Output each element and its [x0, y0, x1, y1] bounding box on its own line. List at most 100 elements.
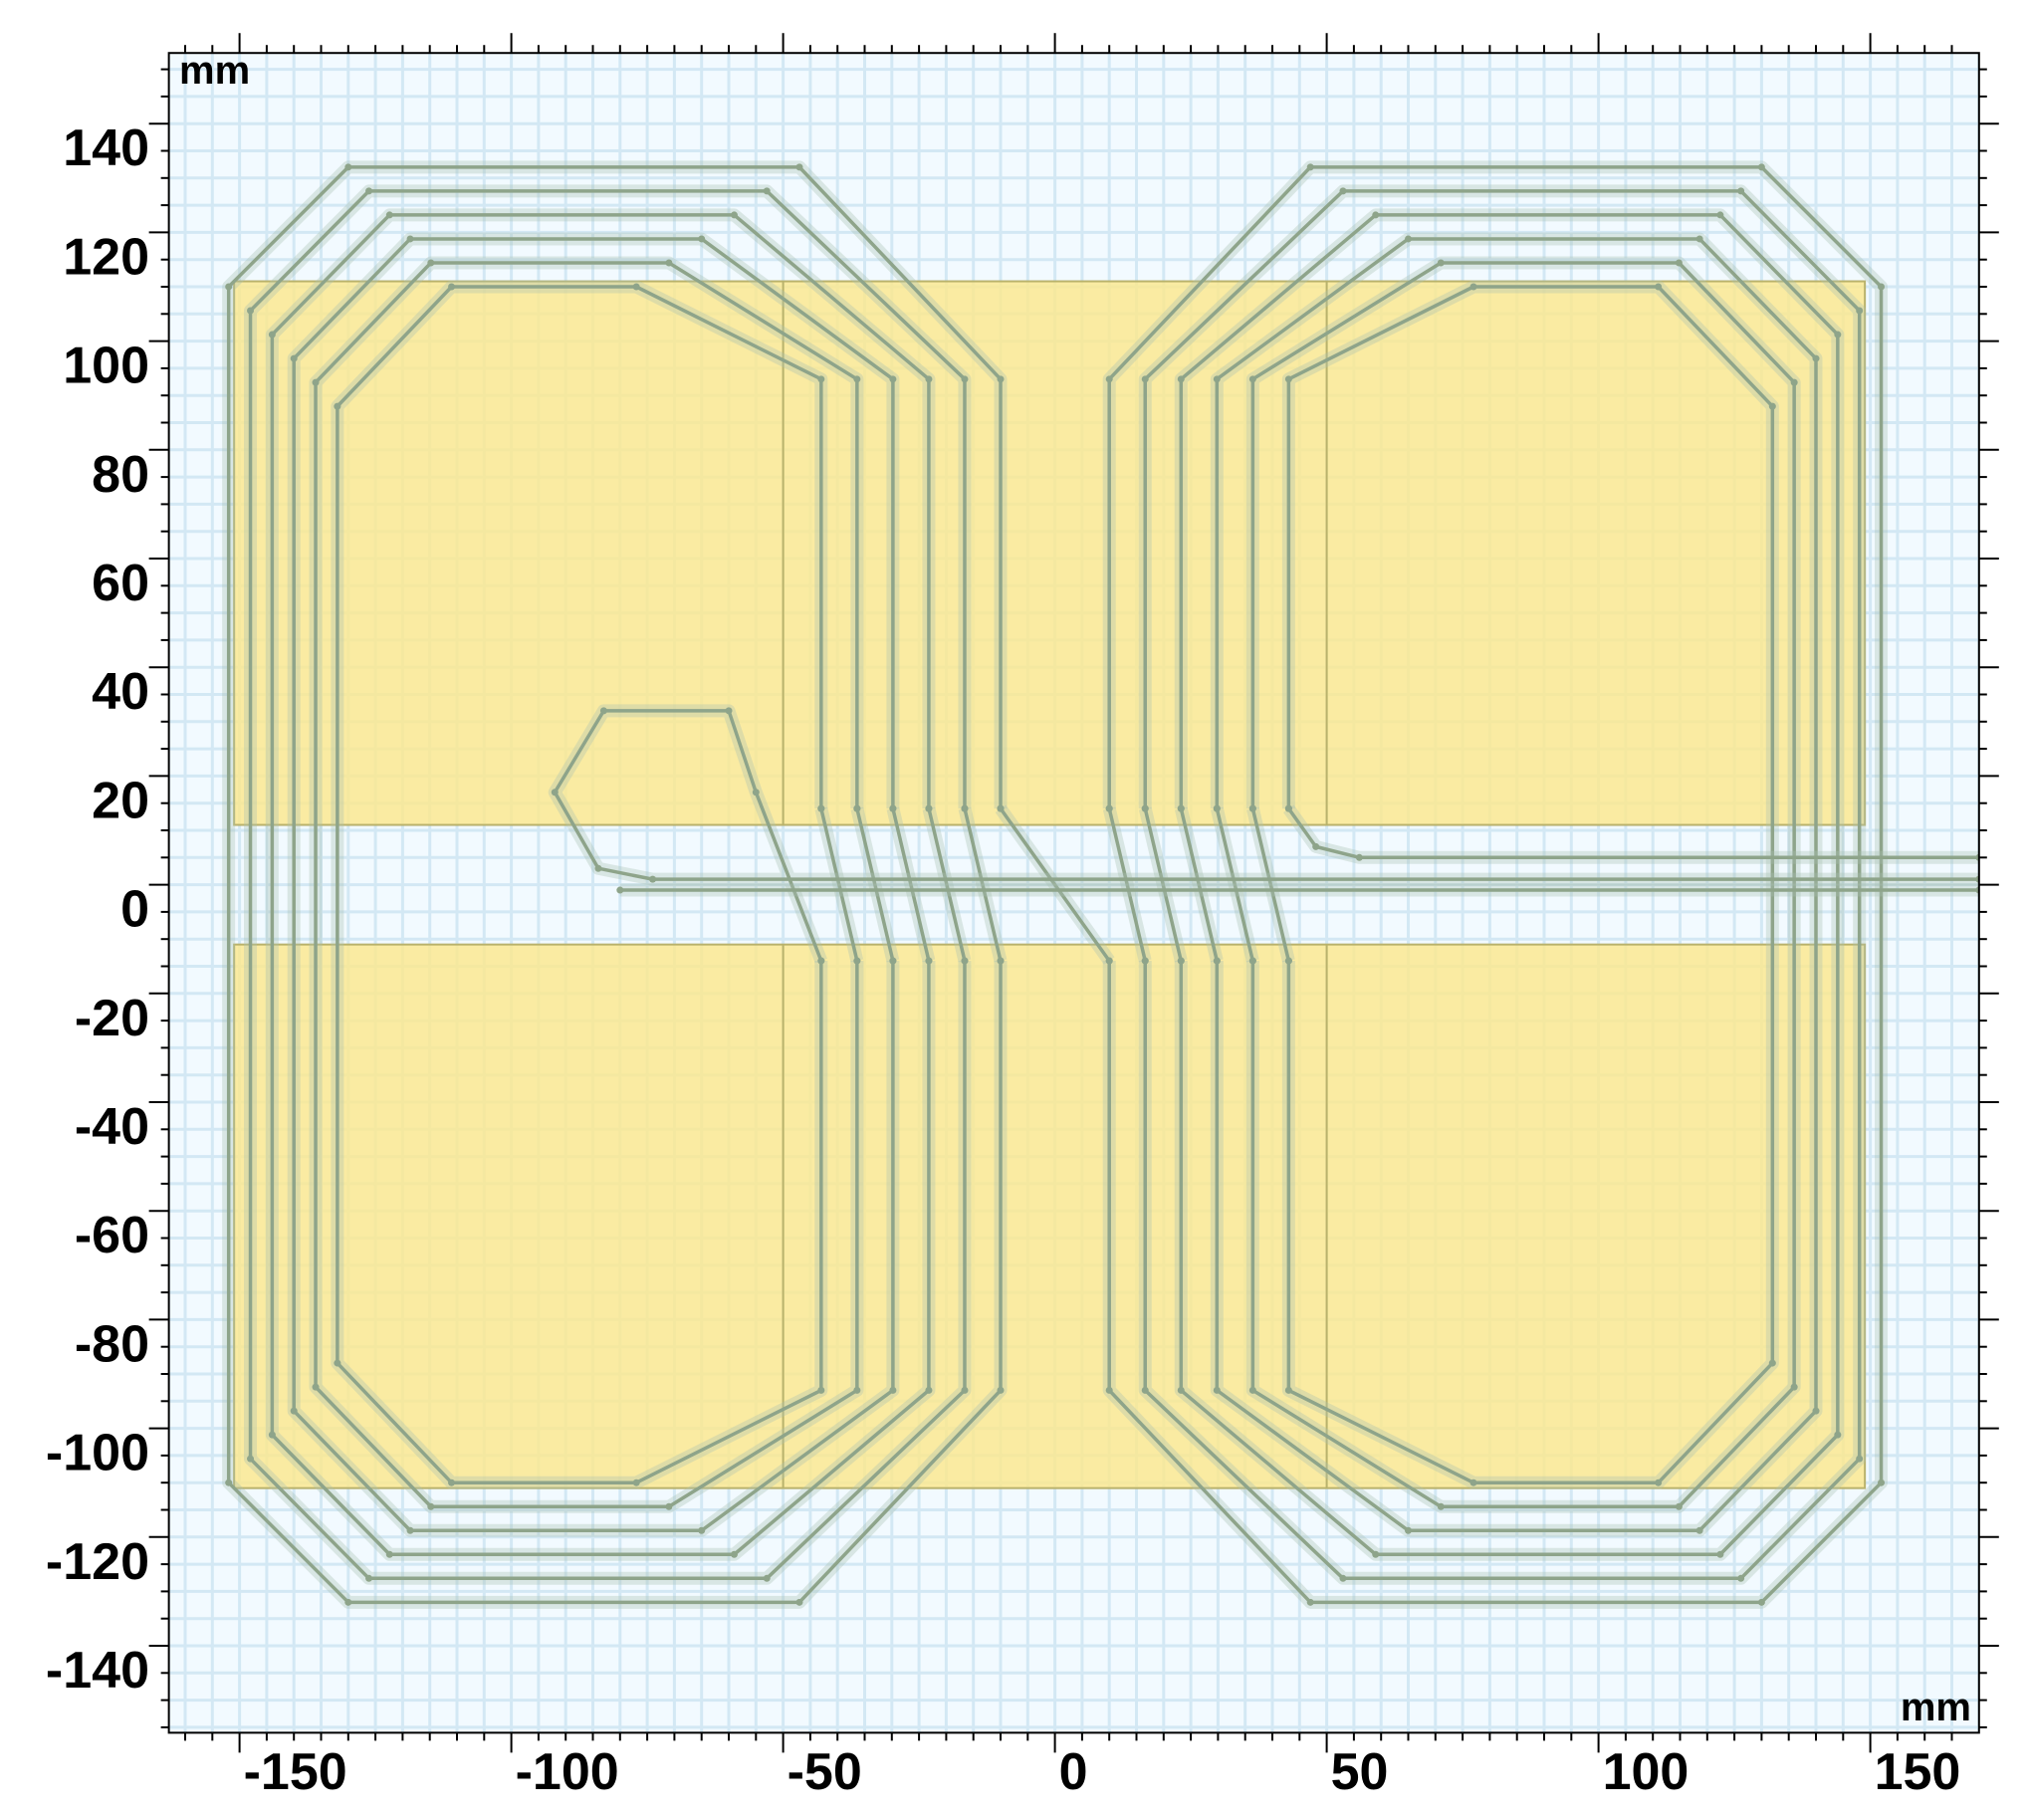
vertex-marker: [247, 307, 255, 315]
vertex-marker: [1716, 1550, 1724, 1558]
y-tick-label: 120: [63, 228, 149, 286]
vertex-marker: [365, 1574, 373, 1582]
vertex-marker: [997, 1386, 1005, 1394]
vertex-marker: [817, 1386, 825, 1394]
vertex-marker: [1105, 957, 1113, 965]
y-tick-label: 40: [92, 663, 149, 721]
vertex-marker: [1437, 259, 1445, 267]
vertex-marker: [268, 1431, 276, 1439]
vertex-marker: [448, 283, 456, 291]
vertex-marker: [427, 259, 435, 267]
vertex-marker: [344, 1598, 352, 1606]
vertex-marker: [997, 957, 1005, 965]
vertex-marker: [1757, 1598, 1765, 1606]
vertex-marker: [665, 259, 673, 267]
vertex-marker: [551, 789, 559, 796]
vertex-marker: [817, 804, 825, 812]
vertex-marker: [1177, 375, 1185, 383]
vertex-marker: [365, 187, 373, 195]
vertex-marker: [1284, 375, 1292, 383]
vertex-marker: [1284, 1386, 1292, 1394]
vertex-marker: [1469, 1479, 1477, 1486]
vertex-marker: [334, 402, 341, 410]
vertex-marker: [795, 163, 803, 171]
vertex-marker: [427, 1502, 435, 1510]
vertex-marker: [961, 375, 969, 383]
vertex-marker: [1355, 853, 1363, 861]
vertex-marker: [1312, 842, 1320, 850]
x-tick-label: 0: [1059, 1743, 1088, 1801]
vertex-marker: [247, 1455, 255, 1463]
y-tick-label: 60: [92, 555, 149, 612]
vertex-marker: [665, 1502, 673, 1510]
vertex-marker: [997, 804, 1005, 812]
vertex-marker: [1248, 375, 1256, 383]
vertex-marker: [616, 886, 624, 894]
vertex-marker: [334, 1359, 341, 1367]
vertex-marker: [817, 375, 825, 383]
vertex-marker: [448, 1479, 456, 1486]
vertex-marker: [889, 957, 897, 965]
vertex-marker: [961, 804, 969, 812]
vertex-marker: [889, 1386, 897, 1394]
vertex-marker: [1141, 957, 1149, 965]
vertex-marker: [1737, 187, 1745, 195]
vertex-marker: [1695, 235, 1703, 243]
vertex-marker: [1856, 307, 1864, 315]
vertex-marker: [1655, 1479, 1663, 1486]
vertex-marker: [1105, 375, 1113, 383]
vertex-marker: [1248, 804, 1256, 812]
y-tick-label: 80: [92, 446, 149, 504]
y-tick-label: 0: [120, 881, 149, 939]
vertex-marker: [1105, 804, 1113, 812]
y-unit-label: mm: [179, 49, 250, 93]
vertex-marker: [1141, 1386, 1149, 1394]
vertex-marker: [1177, 957, 1185, 965]
vertex-marker: [1284, 804, 1292, 812]
vertex-marker: [1405, 1526, 1412, 1534]
vertex-marker: [1856, 1455, 1864, 1463]
vertex-marker: [1437, 1502, 1445, 1510]
vertex-marker: [632, 1479, 640, 1486]
vertex-marker: [1834, 331, 1842, 339]
vertex-marker: [889, 375, 897, 383]
x-tick-label: -150: [244, 1743, 347, 1801]
vertex-marker: [599, 707, 607, 715]
x-tick-label: 150: [1875, 1743, 1961, 1801]
x-tick-label: 50: [1331, 1743, 1389, 1801]
vertex-marker: [925, 375, 933, 383]
vertex-marker: [385, 1550, 393, 1558]
yellow-domain: [233, 280, 1867, 826]
yellow-domain: [233, 943, 1867, 1489]
vertex-marker: [1655, 283, 1663, 291]
vertex-marker: [1141, 804, 1149, 812]
vertex-marker: [1878, 283, 1886, 291]
vertex-marker: [1695, 1526, 1703, 1534]
vertex-marker: [853, 804, 861, 812]
vertex-marker: [853, 1386, 861, 1394]
vertex-marker: [763, 1574, 771, 1582]
vertex-marker: [1878, 1479, 1886, 1486]
vertex-marker: [961, 1386, 969, 1394]
vertex-marker: [1372, 1550, 1380, 1558]
vertex-marker: [925, 957, 933, 965]
vertex-marker: [1105, 1386, 1113, 1394]
vertex-marker: [1812, 354, 1820, 362]
vertex-marker: [1372, 211, 1380, 219]
vertex-marker: [1339, 187, 1347, 195]
vertex-marker: [1213, 957, 1221, 965]
x-tick-label: -100: [516, 1743, 619, 1801]
vertex-marker: [344, 163, 352, 171]
vertex-marker: [406, 235, 414, 243]
vertex-marker: [763, 187, 771, 195]
geometry-plot: -150 -100 -50 0 50 100 150 140 120 100 80 60 40 20 0 -2…: [46, 33, 1999, 1801]
y-tick-label: -100: [46, 1425, 149, 1482]
vertex-marker: [925, 804, 933, 812]
y-tick-label: -40: [75, 1098, 149, 1156]
vertex-marker: [1757, 163, 1765, 171]
vertex-marker: [752, 789, 760, 796]
y-tick-label: -20: [75, 990, 149, 1047]
vertex-marker: [730, 1550, 738, 1558]
vertex-marker: [1768, 402, 1776, 410]
vertex-marker: [268, 331, 276, 339]
